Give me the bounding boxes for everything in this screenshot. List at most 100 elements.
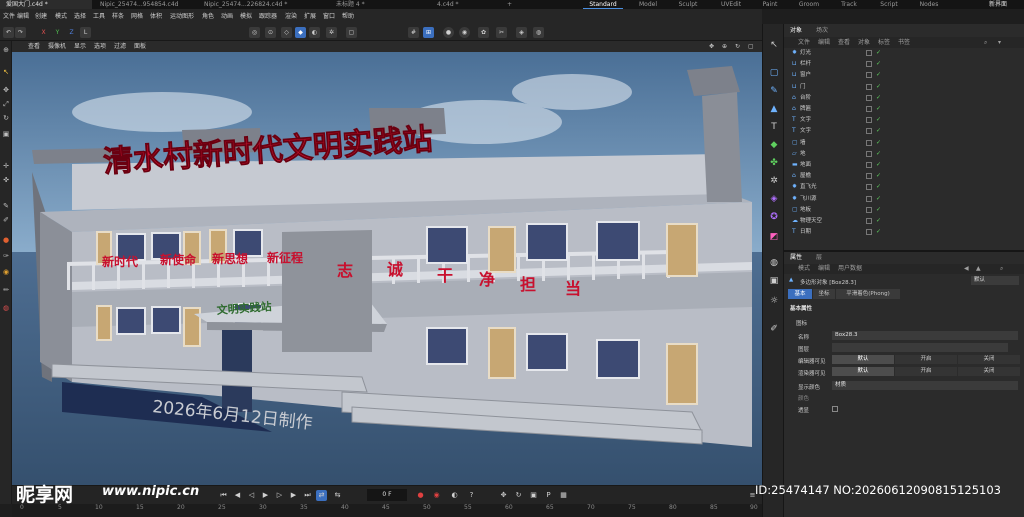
- viewport-menu-view[interactable]: 查看: [28, 41, 40, 52]
- attr-up-icon[interactable]: ▲: [976, 264, 981, 274]
- new-tab-button[interactable]: +: [505, 0, 517, 9]
- viewport-rotate-icon[interactable]: ↻: [735, 41, 740, 52]
- key-rotate-icon[interactable]: ↻: [513, 490, 524, 501]
- layout-tab-standard[interactable]: Standard: [583, 0, 623, 9]
- object-row[interactable]: T 文字 ✓: [784, 127, 1024, 135]
- object-menu-tags[interactable]: 标签: [878, 38, 890, 48]
- enabled-check-icon[interactable]: ✓: [876, 195, 881, 203]
- axis-y-button[interactable]: Y: [52, 27, 63, 38]
- viewport-menu-cameras[interactable]: 摄像机: [48, 41, 66, 52]
- enabled-check-icon[interactable]: ✓: [876, 150, 881, 158]
- menu-mode[interactable]: 模式: [55, 9, 67, 24]
- enabled-check-icon[interactable]: ✓: [876, 71, 881, 79]
- magnet-icon[interactable]: ◉: [1, 267, 11, 277]
- layout-tab-nodes[interactable]: Nodes: [916, 0, 942, 9]
- visibility-toggle[interactable]: [866, 139, 872, 146]
- object-row[interactable]: T 文字 ✓: [784, 116, 1024, 124]
- object-menu-edit[interactable]: 编辑: [818, 38, 830, 48]
- key-help-icon[interactable]: ?: [466, 490, 477, 501]
- layout-tab-groom[interactable]: Groom: [796, 0, 822, 9]
- visibility-toggle[interactable]: [866, 206, 872, 213]
- menu-mograph[interactable]: 运动图形: [170, 9, 194, 24]
- field-icon[interactable]: ✲: [767, 174, 781, 188]
- rotate-icon[interactable]: ↻: [1, 113, 11, 123]
- 3d-viewport[interactable]: 清水村新时代文明实践站 新时代 新使命 新思想 新征程 志 诚 干 净 担 当 …: [12, 52, 762, 485]
- document-tab[interactable]: 4.c4d *: [431, 0, 505, 9]
- layout-tab-sculpt[interactable]: Sculpt: [673, 0, 703, 9]
- camera-object-icon[interactable]: ▣: [767, 274, 781, 288]
- object-row[interactable]: ⌂ 牌匾 ✓: [784, 105, 1024, 113]
- layout-tab-uvedit[interactable]: UVEdit: [716, 0, 746, 9]
- live-select-icon[interactable]: ⊕: [1, 45, 11, 55]
- tab-attributes[interactable]: 属性: [790, 253, 802, 263]
- brush-icon[interactable]: ✐: [1, 215, 11, 225]
- object-menu-file[interactable]: 文件: [798, 38, 810, 48]
- subtab-phong[interactable]: 平滑着色(Phong): [836, 289, 900, 299]
- pen-spline-icon[interactable]: ✎: [767, 84, 781, 98]
- tab-layers[interactable]: 层: [816, 253, 822, 263]
- visibility-toggle[interactable]: [866, 128, 872, 135]
- visibility-toggle[interactable]: [866, 106, 872, 112]
- undo-icon[interactable]: ↶: [3, 27, 14, 38]
- key-move-icon[interactable]: ✥: [498, 490, 509, 501]
- enabled-check-icon[interactable]: ✓: [876, 206, 881, 214]
- attr-menu-edit[interactable]: 编辑: [818, 264, 830, 274]
- timeline-ruler[interactable]: 0 5 10 15 20 25 30 35 40 45 50 55 60 65 …: [12, 504, 762, 517]
- axis-scale-icon[interactable]: ✜: [1, 175, 11, 185]
- render-view-icon[interactable]: ◉: [459, 27, 470, 38]
- uv-mode-icon[interactable]: ◐: [309, 27, 320, 38]
- subtab-basic[interactable]: 基本: [788, 289, 812, 299]
- attr-search-icon[interactable]: ⌕: [1000, 264, 1003, 274]
- measure-icon[interactable]: ✏: [1, 285, 11, 295]
- object-row[interactable]: ⊔ 栏杆 ✓: [784, 60, 1024, 68]
- attr-back-icon[interactable]: ◀: [964, 264, 969, 274]
- key-icon[interactable]: ◐: [449, 490, 460, 501]
- editor-visible-off[interactable]: 关闭: [958, 355, 1020, 364]
- object-row[interactable]: ✸ 灯光 ✓: [784, 49, 1024, 57]
- menu-help[interactable]: 帮助: [342, 9, 354, 24]
- layout-tab-script[interactable]: Script: [876, 0, 902, 9]
- enabled-check-icon[interactable]: ✓: [876, 127, 881, 135]
- axis-move-icon[interactable]: ✛: [1, 161, 11, 171]
- name-field[interactable]: Box28.3: [832, 331, 1018, 340]
- goto-end-icon[interactable]: ⏭: [302, 490, 313, 501]
- visibility-toggle[interactable]: [866, 229, 872, 236]
- enabled-check-icon[interactable]: ✓: [876, 139, 881, 147]
- editor-visible-on[interactable]: 开启: [895, 355, 957, 364]
- enabled-check-icon[interactable]: ✓: [876, 183, 881, 191]
- menu-tools[interactable]: 工具: [93, 9, 105, 24]
- new-layout-button[interactable]: 新界面: [978, 0, 1018, 9]
- edge-mode-icon[interactable]: ◇: [281, 27, 292, 38]
- auto-record-icon[interactable]: ◉: [431, 490, 442, 501]
- viewport-move-icon[interactable]: ✥: [709, 41, 714, 52]
- enabled-check-icon[interactable]: ✓: [876, 116, 881, 124]
- render-visible-default[interactable]: 默认: [832, 367, 894, 376]
- enabled-check-icon[interactable]: ✓: [876, 228, 881, 236]
- xray-checkbox[interactable]: [832, 406, 838, 412]
- editor-visible-default[interactable]: 默认: [832, 355, 894, 364]
- workplane-icon[interactable]: ▢: [346, 27, 357, 38]
- object-row[interactable]: ☁ 物理天空 ✓: [784, 217, 1024, 225]
- move-icon[interactable]: ✥: [1, 85, 11, 95]
- menu-window[interactable]: 窗口: [323, 9, 335, 24]
- visibility-toggle[interactable]: [866, 61, 872, 68]
- object-row[interactable]: ⌂ 屋檐 ✓: [784, 172, 1024, 180]
- menu-render[interactable]: 渲染: [285, 9, 297, 24]
- object-row[interactable]: ▢ 墙 ✓: [784, 139, 1024, 147]
- visibility-toggle[interactable]: [866, 50, 872, 56]
- object-row[interactable]: ▢ 地板 ✓: [784, 206, 1024, 214]
- generator-icon[interactable]: ◆: [767, 138, 781, 152]
- document-tab[interactable]: Nipic_25474...954854.c4d *: [94, 0, 178, 9]
- tab-takes[interactable]: 场次: [816, 26, 828, 36]
- layout-tab-paint[interactable]: Paint: [758, 0, 782, 9]
- enabled-check-icon[interactable]: ✓: [876, 94, 881, 102]
- object-row[interactable]: ▬ 地面 ✓: [784, 161, 1024, 169]
- lock-icon[interactable]: ◍: [1, 303, 11, 313]
- menu-animate[interactable]: 动画: [221, 9, 233, 24]
- visibility-toggle[interactable]: [866, 117, 872, 124]
- next-frame-icon[interactable]: ▷: [274, 490, 285, 501]
- enabled-check-icon[interactable]: ✓: [876, 172, 881, 180]
- deformer-icon[interactable]: ✂: [496, 27, 507, 38]
- object-menu-view[interactable]: 查看: [838, 38, 850, 48]
- render-region-icon[interactable]: ●: [443, 27, 454, 38]
